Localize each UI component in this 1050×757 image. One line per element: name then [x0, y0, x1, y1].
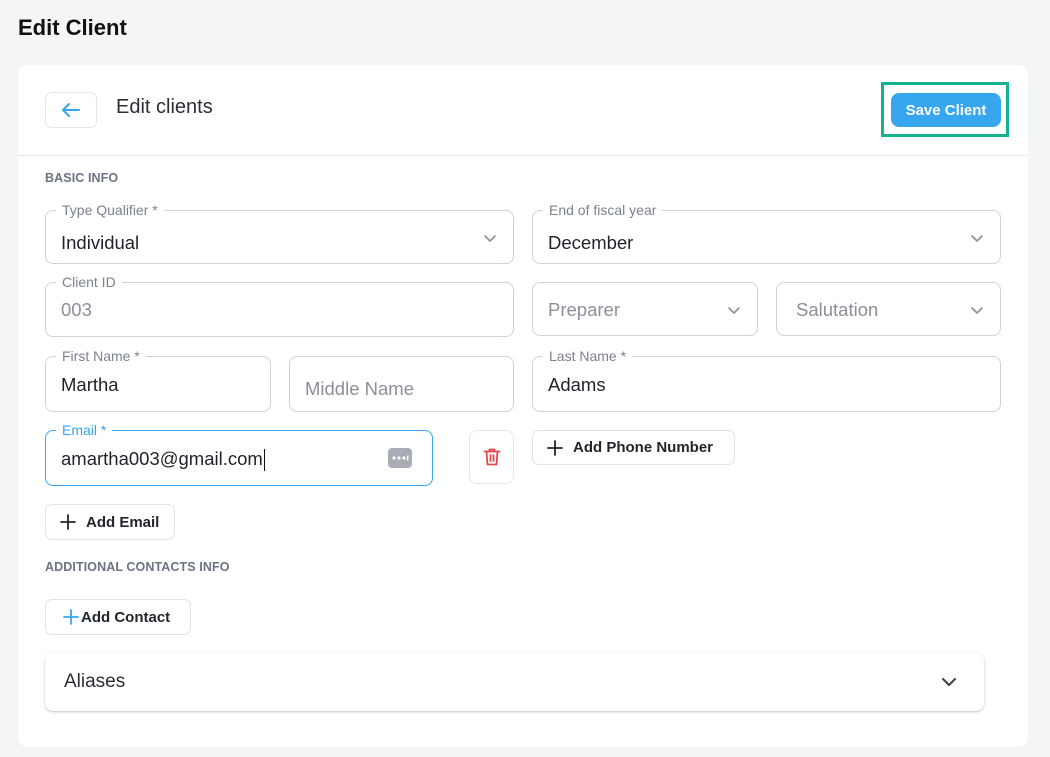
- chevron-down-icon: [942, 678, 956, 686]
- delete-email-button[interactable]: [469, 430, 514, 484]
- chevron-down-icon: [484, 235, 496, 242]
- chevron-down-icon: [971, 307, 983, 314]
- last-name-label: Last Name *: [543, 348, 633, 364]
- password-manager-icon[interactable]: [388, 448, 412, 468]
- plus-icon: [63, 609, 79, 625]
- email-value: amartha003@gmail.com: [61, 448, 263, 469]
- add-contact-label: Add Contact: [81, 608, 171, 626]
- client-id-label: Client ID: [56, 274, 122, 290]
- preparer-placeholder: Preparer: [548, 299, 620, 320]
- email-value-wrap: amartha003@gmail.com: [61, 448, 265, 472]
- client-id-value: 003: [61, 299, 92, 320]
- trash-icon: [483, 448, 500, 466]
- page-title: Edit Client: [18, 15, 127, 40]
- add-phone-number-button[interactable]: Add Phone Number: [532, 430, 735, 465]
- edit-client-card: Edit clients Save Client BASIC INFO Type…: [18, 65, 1028, 747]
- last-name-value: Adams: [548, 374, 606, 395]
- salutation-select[interactable]: Salutation: [776, 282, 1001, 336]
- middle-name-placeholder: Middle Name: [305, 378, 414, 399]
- first-name-value: Martha: [61, 374, 119, 395]
- fiscal-year-end-label: End of fiscal year: [543, 202, 663, 218]
- plus-icon: [60, 514, 76, 530]
- preparer-select[interactable]: Preparer: [532, 282, 758, 336]
- add-contact-button[interactable]: Add Contact: [45, 599, 191, 635]
- plus-icon: [547, 439, 563, 456]
- additional-contacts-heading: ADDITIONAL CONTACTS INFO: [45, 560, 230, 574]
- back-button[interactable]: [45, 92, 97, 128]
- aliases-label: Aliases: [64, 671, 126, 692]
- email-label: Email *: [56, 422, 113, 438]
- first-name-label: First Name *: [56, 348, 146, 364]
- chevron-down-icon: [728, 307, 740, 314]
- type-qualifier-select[interactable]: Type Qualifier * Individual: [45, 202, 514, 264]
- aliases-accordion[interactable]: Aliases: [45, 653, 984, 711]
- chevron-down-icon: [971, 235, 983, 242]
- card-header: Edit clients Save Client: [18, 65, 1028, 156]
- add-phone-number-label: Add Phone Number: [573, 439, 714, 456]
- type-qualifier-label: Type Qualifier *: [56, 202, 164, 218]
- email-field[interactable]: Email * amartha003@gmail.com: [45, 422, 433, 486]
- fiscal-year-end-select[interactable]: End of fiscal year December: [532, 202, 1001, 264]
- arrow-left-icon: [62, 103, 80, 117]
- header-title: Edit clients: [116, 96, 213, 118]
- add-email-button[interactable]: Add Email: [45, 504, 175, 540]
- first-name-field[interactable]: First Name * Martha: [45, 348, 271, 412]
- last-name-field[interactable]: Last Name * Adams: [532, 348, 1001, 412]
- type-qualifier-value: Individual: [61, 232, 140, 253]
- save-client-button[interactable]: Save Client: [891, 93, 1001, 127]
- middle-name-field[interactable]: Middle Name: [289, 356, 514, 412]
- salutation-placeholder: Salutation: [796, 299, 879, 320]
- client-id-field[interactable]: Client ID 003: [45, 274, 514, 337]
- text-caret: [263, 449, 265, 472]
- add-email-label: Add Email: [86, 513, 160, 531]
- basic-info-heading: BASIC INFO: [45, 171, 119, 185]
- dots-icon: [392, 455, 409, 461]
- fiscal-year-end-value: December: [548, 232, 634, 253]
